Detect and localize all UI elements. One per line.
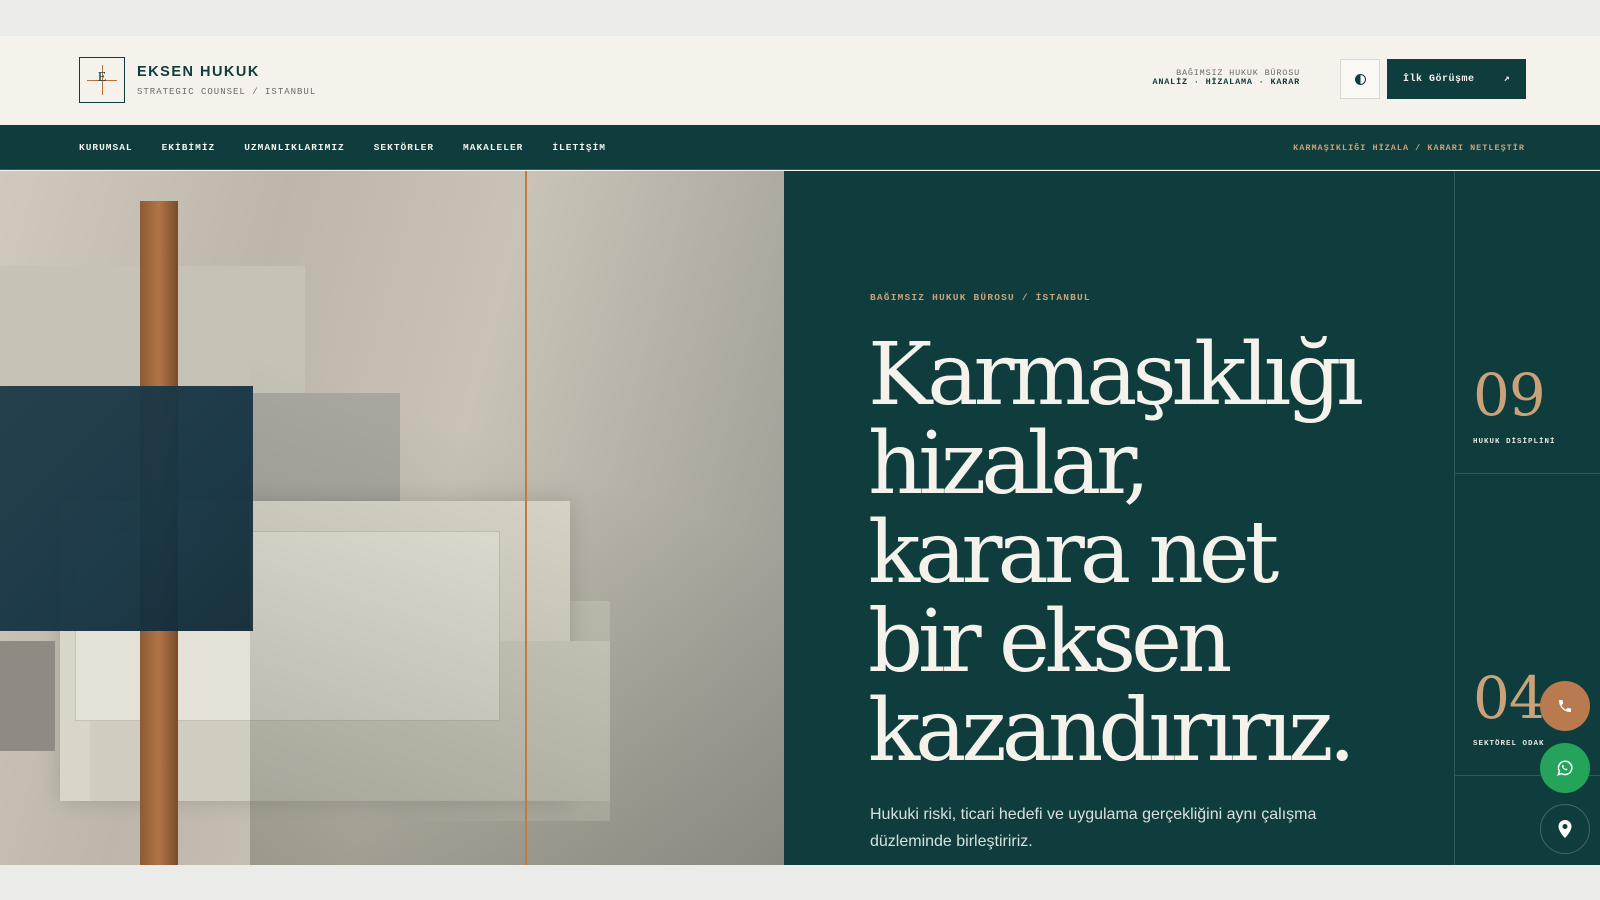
nav-item-makaleler[interactable]: MAKALELER <box>463 142 523 153</box>
nav-links: KURUMSAL EKİBİMİZ UZMANLIKLARIMIZ SEKTÖR… <box>79 125 635 170</box>
map-pin-icon <box>1558 820 1572 838</box>
arrow-up-right-icon: ↗ <box>1503 74 1510 85</box>
logo-mark[interactable]: E <box>79 57 125 103</box>
nav-item-sektorler[interactable]: SEKTÖRLER <box>374 142 434 153</box>
nav-item-uzmanliklarimiz[interactable]: UZMANLIKLARIMIZ <box>244 142 345 153</box>
stat-number: 09 <box>1473 361 1546 429</box>
wall-shadow <box>250 201 784 865</box>
nav-item-ekibimiz[interactable]: EKİBİMİZ <box>162 142 216 153</box>
whatsapp-icon <box>1557 760 1573 776</box>
nav-item-kurumsal[interactable]: KURUMSAL <box>79 142 133 153</box>
hero-section: BAĞIMSIZ HUKUK BÜROSU / İSTANBUL Karmaşı… <box>0 171 1600 865</box>
nav-tagline: KARMAŞIKLIĞI HİZALA / KARARI NETLEŞTİR <box>1293 142 1525 153</box>
stat-label: SEKTÖREL ODAK <box>1473 740 1545 748</box>
site-header: E EKSEN HUKUK STRATEGIC COUNSEL / ISTANB… <box>0 36 1600 125</box>
header-meta-line2: ANALİZ · HİZALAMA · KARAR <box>1152 77 1300 87</box>
brand-tagline: STRATEGIC COUNSEL / ISTANBUL <box>137 87 317 97</box>
headline-line: karara net <box>868 503 1279 603</box>
brand-name[interactable]: EKSEN HUKUK <box>137 64 260 80</box>
whatsapp-button[interactable] <box>1540 743 1590 793</box>
cta-label: İlk Görüşme <box>1403 73 1475 85</box>
stat-divider <box>1455 473 1600 474</box>
stat-number: 04 <box>1473 664 1546 732</box>
stone-slab <box>0 641 55 751</box>
stat-label: HUKUK DİSİPLİNİ <box>1473 438 1556 446</box>
hero-headline: Karmaşıklığı hizalar, karara net bir eks… <box>868 331 1428 776</box>
glass-panel <box>0 386 253 631</box>
headline-line: bir eksen <box>868 592 1232 692</box>
phone-icon <box>1559 700 1571 712</box>
hero-text-panel: BAĞIMSIZ HUKUK BÜROSU / İSTANBUL Karmaşı… <box>784 171 1454 865</box>
hero-image <box>0 171 784 865</box>
nav-item-iletisim[interactable]: İLETİŞİM <box>552 142 606 153</box>
main-nav: KURUMSAL EKİBİMİZ UZMANLIKLARIMIZ SEKTÖR… <box>0 125 1600 170</box>
half-circle-icon <box>1354 73 1366 85</box>
hero-description: Hukuki riski, ticari hedefi ve uygulama … <box>870 806 1317 850</box>
headline-line: hizalar, <box>868 414 1150 514</box>
headline-line: Karmaşıklığı <box>868 325 1364 425</box>
page-frame: E EKSEN HUKUK STRATEGIC COUNSEL / ISTANB… <box>0 36 1600 865</box>
phone-button[interactable] <box>1540 681 1590 731</box>
hero-eyebrow: BAĞIMSIZ HUKUK BÜROSU / İSTANBUL <box>870 292 1091 303</box>
header-meta: BAĞIMSIZ HUKUK BÜROSU ANALİZ · HİZALAMA … <box>1152 69 1300 87</box>
accent-vertical-line <box>525 171 527 865</box>
first-meeting-button[interactable]: İlk Görüşme ↗ <box>1387 59 1526 99</box>
theme-toggle-button[interactable] <box>1340 59 1380 99</box>
map-button[interactable] <box>1540 804 1590 854</box>
headline-line: kazandırırız. <box>868 681 1356 781</box>
logo-letter: E <box>97 70 107 85</box>
